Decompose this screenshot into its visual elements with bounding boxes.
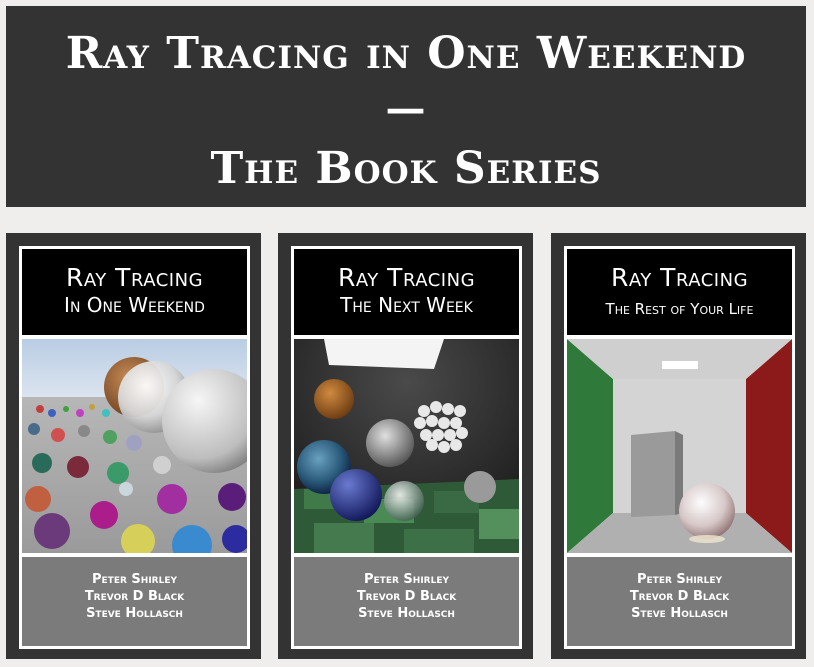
book-authors: Peter Shirley Trevor D Black Steve Holla… <box>22 557 247 646</box>
book-cover[interactable]: Ray Tracing In One Weekend Peter Shirley… <box>19 246 250 649</box>
book-card-in-one-weekend[interactable]: Ray Tracing In One Weekend Peter Shirley… <box>6 233 261 659</box>
author-name: Steve Hollasch <box>358 606 455 621</box>
author-name: Trevor D Black <box>84 589 185 604</box>
author-name: Steve Hollasch <box>86 606 183 621</box>
book-title-band: Ray Tracing The Next Week <box>294 249 519 335</box>
banner-dash: — <box>385 85 427 132</box>
book-card-the-rest-of-your-life[interactable]: Ray Tracing The Rest of Your Life Peter … <box>551 233 806 659</box>
book-title-band: Ray Tracing In One Weekend <box>22 249 247 335</box>
author-name: Steve Hollasch <box>631 606 728 621</box>
author-name: Trevor D Black <box>356 589 457 604</box>
book-subtitle: The Next Week <box>340 293 473 317</box>
book-title-band: Ray Tracing The Rest of Your Life <box>567 249 792 335</box>
author-name: Peter Shirley <box>637 572 722 587</box>
author-name: Peter Shirley <box>92 572 177 587</box>
book-cover[interactable]: Ray Tracing The Next Week Peter Shirley … <box>291 246 522 649</box>
book-cover[interactable]: Ray Tracing The Rest of Your Life Peter … <box>564 246 795 649</box>
cover-render-spheres <box>22 339 247 553</box>
author-name: Peter Shirley <box>364 572 449 587</box>
book-subtitle: The Rest of Your Life <box>605 300 754 318</box>
book-authors: Peter Shirley Trevor D Black Steve Holla… <box>294 557 519 646</box>
book-title: Ray Tracing <box>65 263 204 292</box>
book-card-the-next-week[interactable]: Ray Tracing The Next Week Peter Shirley … <box>278 233 533 659</box>
banner-title: Ray Tracing in One Weekend <box>65 28 747 79</box>
book-title: Ray Tracing <box>610 263 749 292</box>
author-name: Trevor D Black <box>629 589 730 604</box>
page-banner: Ray Tracing in One Weekend — The Book Se… <box>6 6 806 207</box>
book-authors: Peter Shirley Trevor D Black Steve Holla… <box>567 557 792 646</box>
book-subtitle: In One Weekend <box>64 293 205 317</box>
cover-render-next-week <box>294 339 519 553</box>
cover-render-cornell-box <box>567 339 792 553</box>
book-title: Ray Tracing <box>337 263 476 292</box>
banner-subtitle: The Book Series <box>210 143 602 194</box>
